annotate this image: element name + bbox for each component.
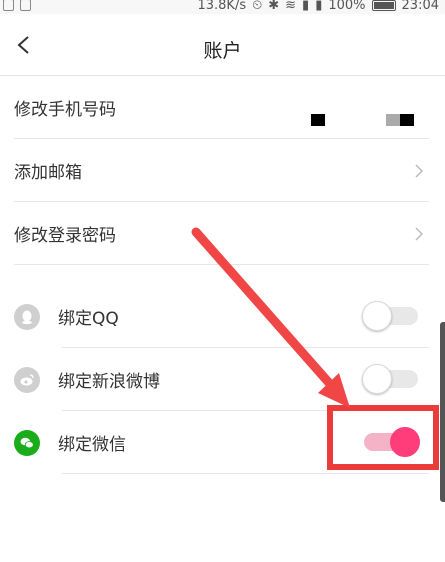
signal-icon: ▮ bbox=[302, 0, 310, 13]
toggle-knob bbox=[362, 364, 392, 394]
chevron-right-icon bbox=[415, 164, 423, 178]
battery-icon bbox=[371, 0, 396, 11]
chevron-right-icon bbox=[415, 227, 423, 241]
bind-weibo-row: 绑定新浪微博 bbox=[14, 348, 445, 411]
bind-qq-label: 绑定QQ bbox=[58, 309, 119, 329]
wifi-icon: ≋ bbox=[285, 0, 297, 13]
status-bar: 13.8K/s ⏲ ✱ ≋ ▮ ▮ 100% 23:04 bbox=[0, 0, 445, 14]
bluetooth-icon: ✱ bbox=[268, 0, 280, 13]
bind-wechat-label: 绑定微信 bbox=[58, 435, 126, 455]
redaction-mark bbox=[311, 114, 325, 126]
scrollbar[interactable] bbox=[440, 322, 445, 502]
bind-qq-toggle[interactable] bbox=[362, 301, 420, 331]
change-phone-row[interactable]: 修改手机号码 bbox=[14, 76, 445, 139]
change-phone-label: 修改手机号码 bbox=[14, 100, 116, 120]
change-password-row[interactable]: 修改登录密码 bbox=[14, 202, 445, 265]
annotation-highlight-box bbox=[327, 405, 439, 470]
add-email-row[interactable]: 添加邮箱 bbox=[14, 139, 445, 202]
notification-icons bbox=[3, 0, 31, 11]
add-email-label: 添加邮箱 bbox=[14, 163, 82, 183]
alarm-icon: ⏲ bbox=[252, 0, 263, 13]
qq-notification-icon bbox=[20, 0, 31, 11]
weibo-icon bbox=[14, 366, 40, 393]
toggle-knob bbox=[362, 301, 392, 331]
network-speed: 13.8K/s bbox=[197, 0, 247, 13]
notification-icon bbox=[3, 0, 14, 11]
battery-percent: 100% bbox=[328, 0, 366, 13]
clock: 23:04 bbox=[401, 0, 439, 13]
qq-icon bbox=[14, 303, 40, 330]
bind-weibo-label: 绑定新浪微博 bbox=[58, 372, 160, 392]
signal-icon-2: ▮ bbox=[315, 0, 323, 13]
wechat-icon bbox=[14, 429, 40, 456]
page-title: 账户 bbox=[203, 40, 242, 62]
bind-qq-row: 绑定QQ bbox=[14, 285, 445, 348]
status-right: 13.8K/s ⏲ ✱ ≋ ▮ ▮ 100% 23:04 bbox=[197, 0, 439, 13]
change-password-label: 修改登录密码 bbox=[14, 226, 116, 246]
redaction-mark bbox=[386, 114, 414, 126]
header: 账户 bbox=[0, 14, 445, 76]
bind-weibo-toggle[interactable] bbox=[362, 364, 420, 394]
